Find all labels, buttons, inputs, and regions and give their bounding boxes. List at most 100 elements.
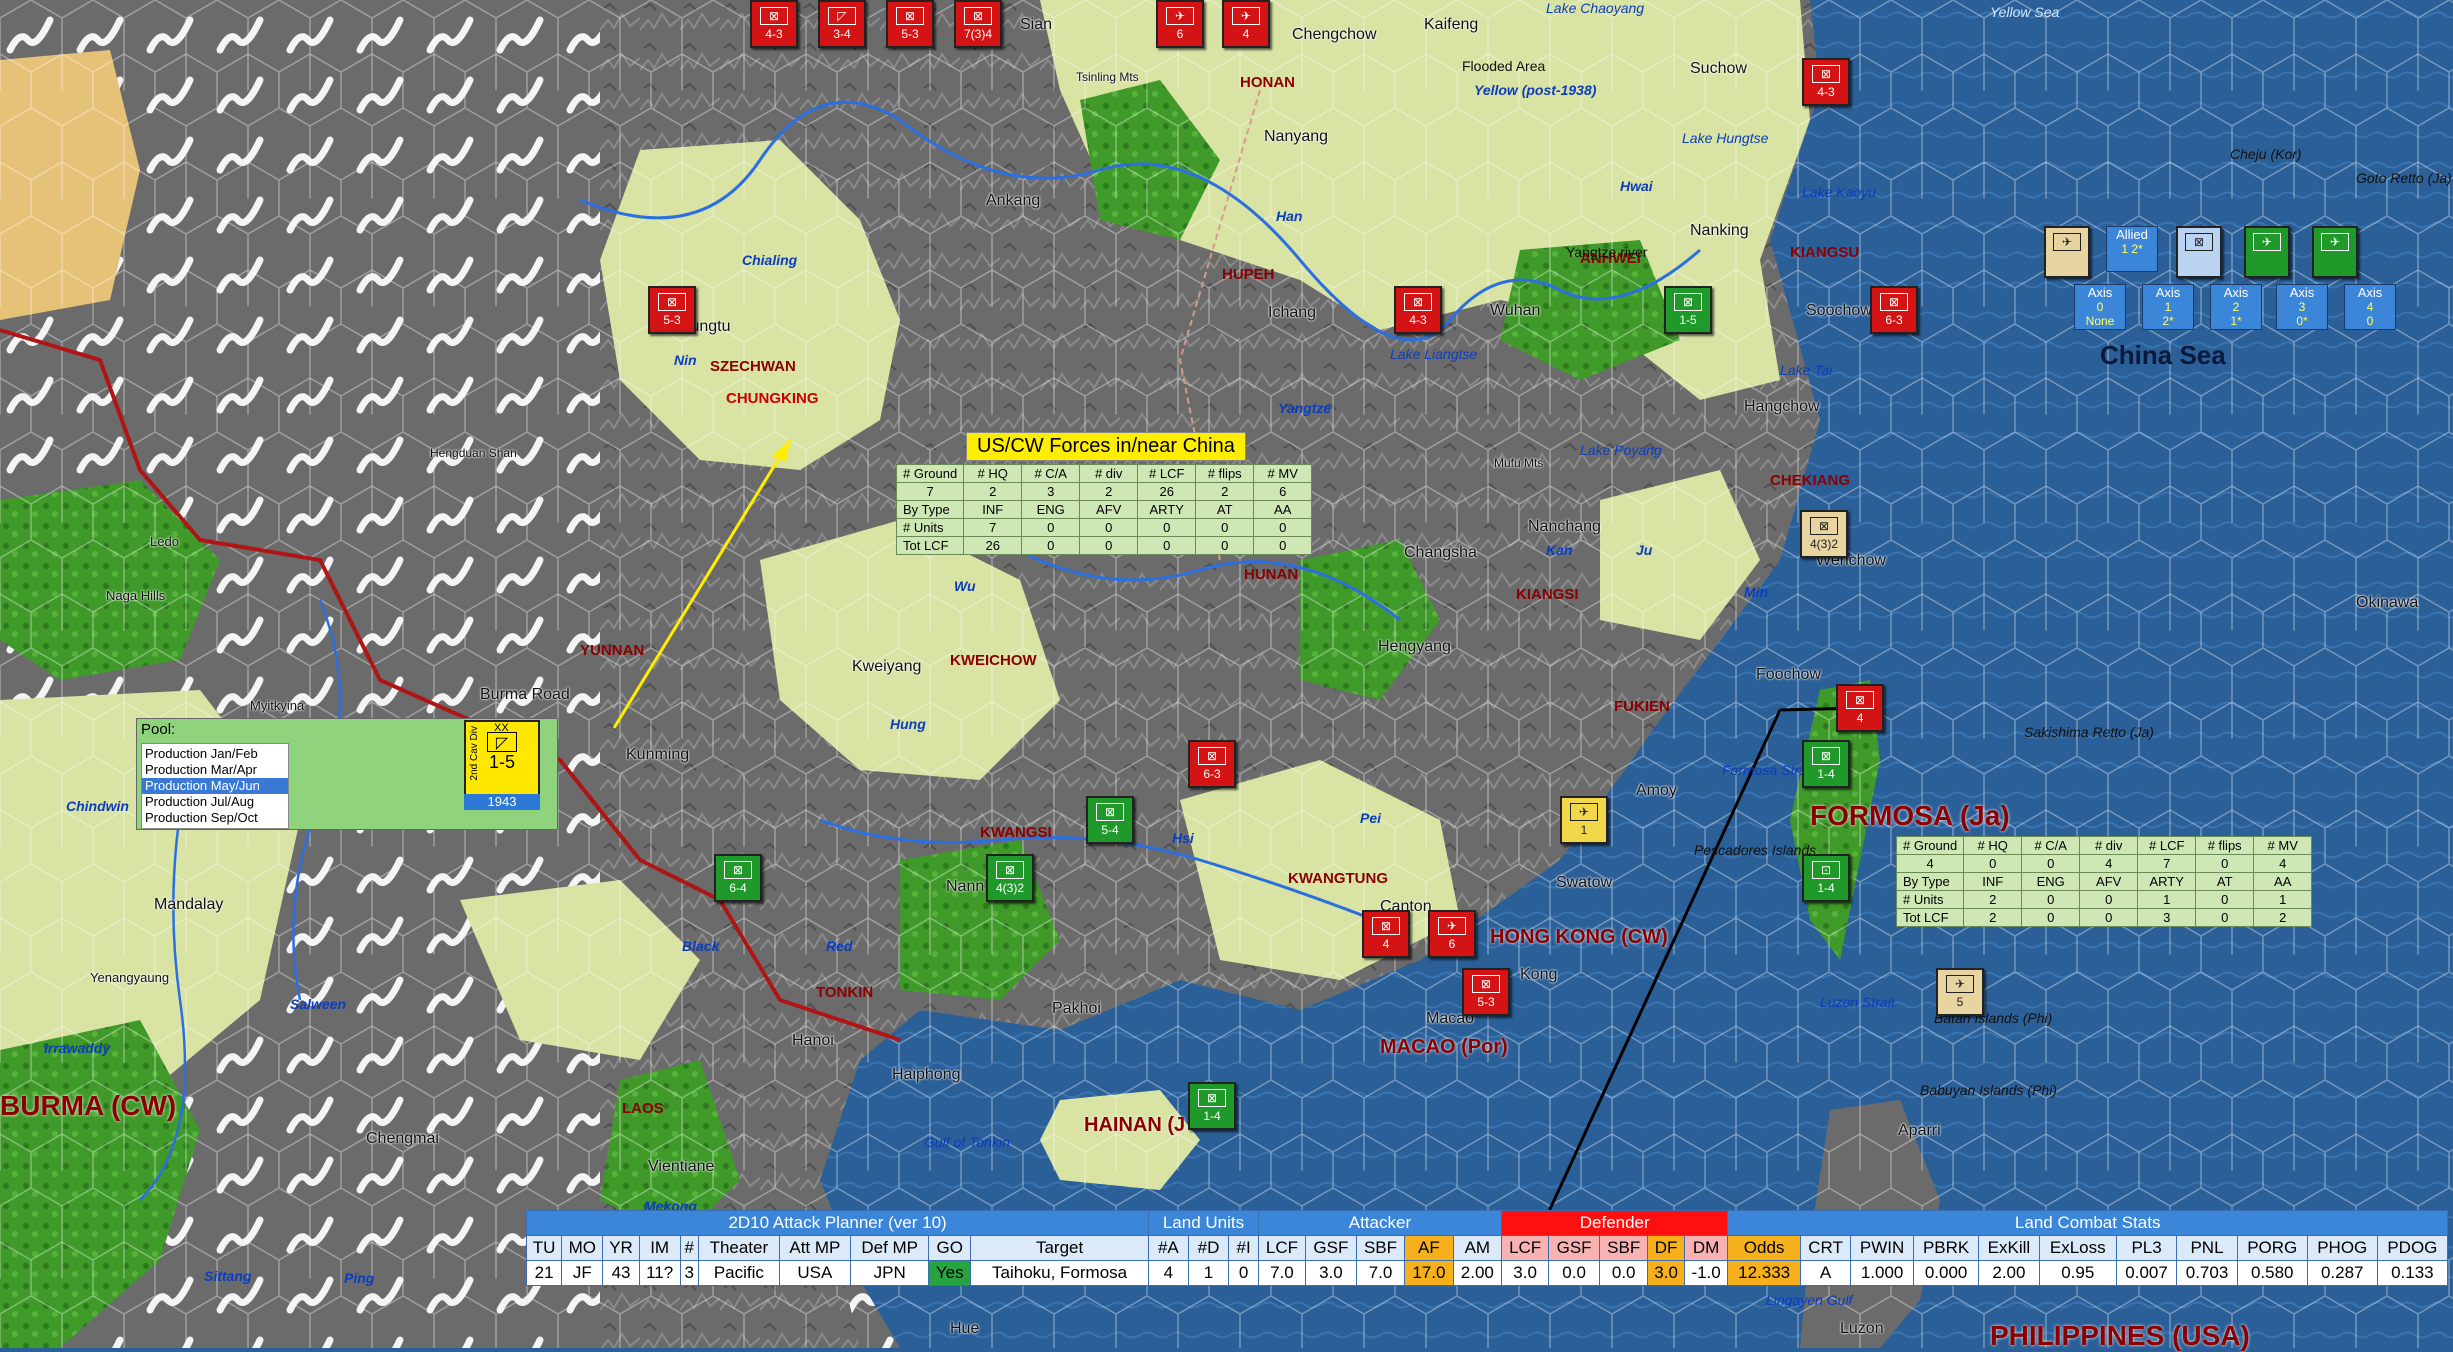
unit-counter[interactable]: ⊠ 6-4	[714, 854, 762, 902]
unit-counter[interactable]: ⊠ 4-3	[1394, 286, 1442, 334]
unit-counter[interactable]: ⊠ 4	[1362, 910, 1410, 958]
unit-counter[interactable]: ⊠ 1-5	[1664, 286, 1712, 334]
unit-counter[interactable]: ⊠ 4-3	[1802, 58, 1850, 106]
axis-stack[interactable]: Axis 4 0	[2344, 284, 2396, 330]
axis-stack[interactable]: Axis 2 1*	[2210, 284, 2262, 330]
production-item-selected[interactable]: Production May/Jun	[142, 778, 288, 794]
table-cell: # Ground	[895, 464, 965, 483]
production-item[interactable]: Production Jan/Feb	[142, 746, 288, 762]
unit-counter[interactable]: ✈ 6	[1156, 0, 1204, 48]
col-header: CRT	[1799, 1235, 1852, 1261]
unit-strength: 4(3)2	[1809, 537, 1838, 551]
unit-counter[interactable]: ⊡ 1-4	[1802, 854, 1850, 902]
col-header: GO	[928, 1235, 972, 1261]
production-item[interactable]: Production Sep/Oct	[142, 810, 288, 826]
pool-unit-counter[interactable]: ✈	[2244, 226, 2290, 278]
unit-strength: 6-3	[1203, 767, 1221, 781]
col-header: PHOG	[2306, 1235, 2378, 1261]
axis-stack[interactable]: Axis 0 None	[2074, 284, 2126, 330]
production-list[interactable]: Production Jan/Feb Production Mar/Apr Pr…	[141, 743, 289, 829]
unit-counter[interactable]: ⊠ 5-3	[648, 286, 696, 334]
unit-type-icon: ⊠	[1198, 747, 1226, 765]
go-cell[interactable]: Yes	[928, 1260, 972, 1286]
unit-counter[interactable]: ⊠ 5-3	[1462, 968, 1510, 1016]
river-label: Chindwin	[66, 798, 129, 814]
value-cell[interactable]: JF	[561, 1260, 604, 1286]
river-label: Sittang	[204, 1268, 252, 1284]
unit-type-icon: ⊠	[724, 861, 752, 879]
pool-label: Pool:	[141, 721, 176, 738]
table-cell: 0	[2021, 890, 2081, 909]
unit-counter[interactable]: ⊠ 7(3)4	[954, 0, 1002, 48]
city-label: Okinawa	[2356, 594, 2419, 611]
unit-type-icon: ⊠	[1198, 1089, 1226, 1107]
unit-counter[interactable]: ⊠ 4	[1836, 684, 1884, 732]
value-cell[interactable]: USA	[778, 1260, 851, 1286]
unit-counter[interactable]: ◸ 3-4	[818, 0, 866, 48]
unit-strength: 1-4	[1817, 881, 1835, 895]
table-cell: AA	[2253, 872, 2313, 891]
unit-counter[interactable]: ⊠ 5-4	[1086, 796, 1134, 844]
unit-strength: 5-3	[663, 313, 681, 327]
axis-stack[interactable]: Axis 1 2*	[2142, 284, 2194, 330]
production-item[interactable]: Production Jul/Aug	[142, 794, 288, 810]
stack-count: 0 None	[2085, 300, 2115, 328]
river-label: Flooded Area	[1462, 58, 1546, 74]
unit-counter[interactable]: ⊠ 5-3	[886, 0, 934, 48]
table-cell: 2	[2253, 908, 2313, 927]
unit-counter[interactable]: ✈ 1	[1560, 796, 1608, 844]
unit-counter[interactable]: ✈ 6	[1428, 910, 1476, 958]
unit-counter[interactable]: ⊠ 4-3	[750, 0, 798, 48]
odds-cell: 12.333	[1727, 1260, 1801, 1286]
city-label: Amoy	[1636, 782, 1677, 799]
col-header: GSF	[1548, 1235, 1600, 1261]
axis-stack[interactable]: Axis 3 0*	[2276, 284, 2328, 330]
unit-type-icon: ⊠	[2185, 233, 2213, 251]
col-header: PNL	[2176, 1235, 2238, 1261]
unit-counter[interactable]: ⊠ 1-4	[1188, 1082, 1236, 1130]
unit-counter[interactable]: ✈ 4	[1222, 0, 1270, 48]
unit-counter[interactable]: ⊠ 6-3	[1188, 740, 1236, 788]
unit-counter[interactable]: ⊠ 6-3	[1870, 286, 1918, 334]
production-item[interactable]: Production Mar/Apr	[142, 762, 288, 778]
unit-strength: 3-4	[833, 27, 851, 41]
table-row: # Units 2 0 0 1 0 1	[1895, 890, 2313, 909]
unit-type-icon: ⊠	[1812, 65, 1840, 83]
pool-unit-counter[interactable]: ✈	[2044, 226, 2090, 278]
value-cell[interactable]: JPN	[849, 1260, 930, 1286]
table-cell: 0	[1137, 518, 1197, 537]
pool-unit-counter[interactable]: ⊠	[2176, 226, 2222, 278]
unit-counter[interactable]: ⊠ 4(3)2	[1800, 510, 1848, 558]
pool-unit-card[interactable]: 2nd Cav Div XX ◸ 1-5	[464, 720, 540, 796]
water-label: Sakishima Retto (Ja)	[2024, 724, 2154, 740]
unit-counter[interactable]: ⊠ 4(3)2	[986, 854, 1034, 902]
col-header: #D	[1187, 1235, 1230, 1261]
unit-counter[interactable]: ⊠ 1-4	[1802, 740, 1850, 788]
table-cell: 0	[1253, 536, 1313, 555]
table-cell: # LCF	[1137, 464, 1197, 483]
target-cell[interactable]: Taihoku, Formosa	[970, 1260, 1150, 1286]
value-cell[interactable]: 43	[602, 1260, 640, 1286]
value-cell[interactable]: 3	[679, 1260, 699, 1286]
city-label: Foochow	[1756, 666, 1821, 683]
allied-stack[interactable]: Allied 1 2*	[2106, 226, 2158, 272]
table-cell: 0	[2195, 854, 2255, 873]
city-label: Vientiane	[648, 1158, 715, 1175]
city-label: Soochow	[1806, 302, 1872, 319]
value-cell[interactable]: 11?	[638, 1260, 681, 1286]
pool-unit-counter[interactable]: ✈	[2312, 226, 2358, 278]
value-cell[interactable]: Pacific	[697, 1260, 780, 1286]
table-cell: INF	[1963, 872, 2023, 891]
value-cell[interactable]: 21	[525, 1260, 563, 1286]
stack-side: Allied	[2116, 227, 2148, 242]
table-cell: By Type	[895, 500, 965, 519]
unit-type-icon: ⊠	[1810, 517, 1838, 535]
river-label: Yangtze river	[1566, 244, 1648, 260]
river-label: Chialing	[742, 252, 798, 268]
province-label: HUNAN	[1244, 566, 1299, 583]
table-cell: 0	[2195, 890, 2255, 909]
plane-icon: ✈	[1232, 7, 1260, 25]
unit-strength: 4	[1856, 711, 1864, 725]
unit-type-icon: ⊡	[1812, 861, 1840, 879]
unit-counter[interactable]: ✈ 5	[1936, 968, 1984, 1016]
